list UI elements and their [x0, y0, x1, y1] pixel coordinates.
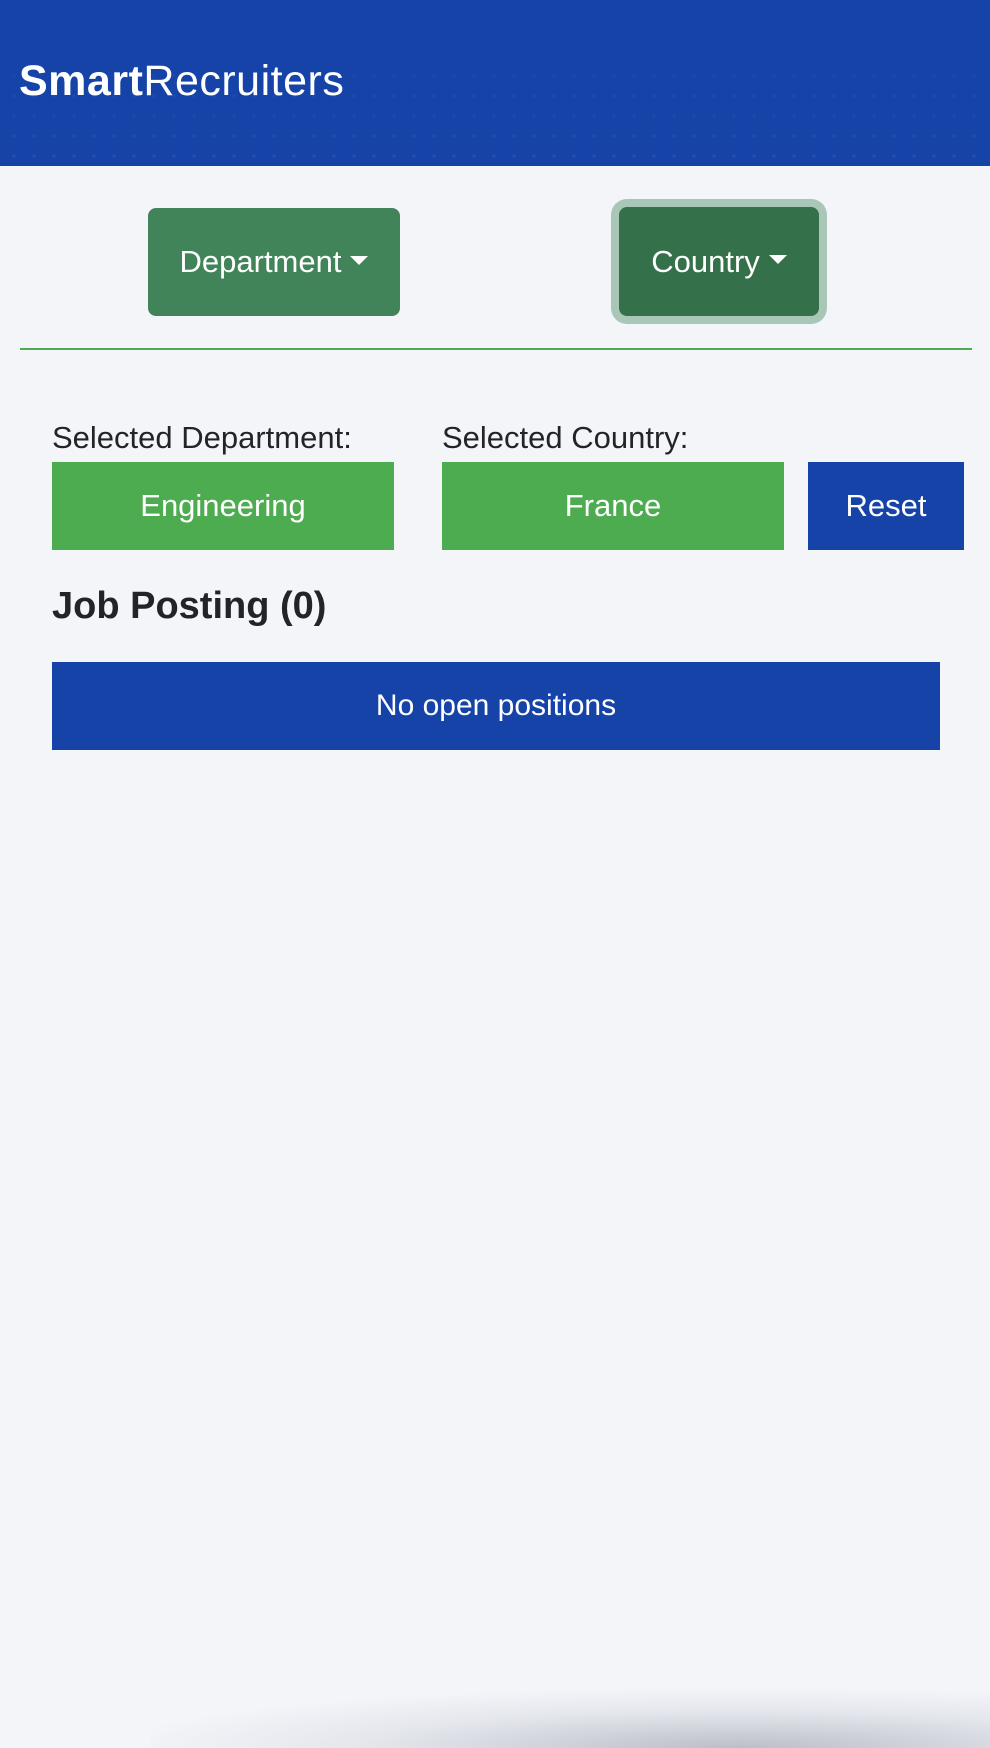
selected-country-label: Selected Country: — [442, 420, 689, 455]
no-open-positions-message: No open positions — [52, 662, 940, 750]
selected-country-value: France — [442, 462, 784, 550]
department-dropdown-button[interactable]: Department — [148, 208, 400, 316]
filter-divider — [20, 348, 972, 350]
country-dropdown-button[interactable]: Country — [619, 207, 819, 316]
caret-down-icon — [768, 255, 787, 264]
selected-department-value: Engineering — [52, 462, 394, 550]
country-dropdown-label: Country — [651, 243, 760, 279]
caret-down-icon — [350, 255, 369, 265]
job-posting-title: Job Posting (0) — [52, 585, 327, 627]
logo-text-light: Recruiters — [143, 57, 345, 105]
bottom-shadow — [150, 1690, 990, 1748]
site-header: SmartRecruiters — [0, 0, 990, 166]
department-dropdown-label: Department — [179, 244, 342, 279]
logo-text-strong: Smart — [19, 57, 144, 105]
reset-button[interactable]: Reset — [808, 462, 964, 550]
smartrecruiters-logo[interactable]: SmartRecruiters — [19, 52, 344, 110]
selected-department-label: Selected Department: — [52, 420, 352, 455]
